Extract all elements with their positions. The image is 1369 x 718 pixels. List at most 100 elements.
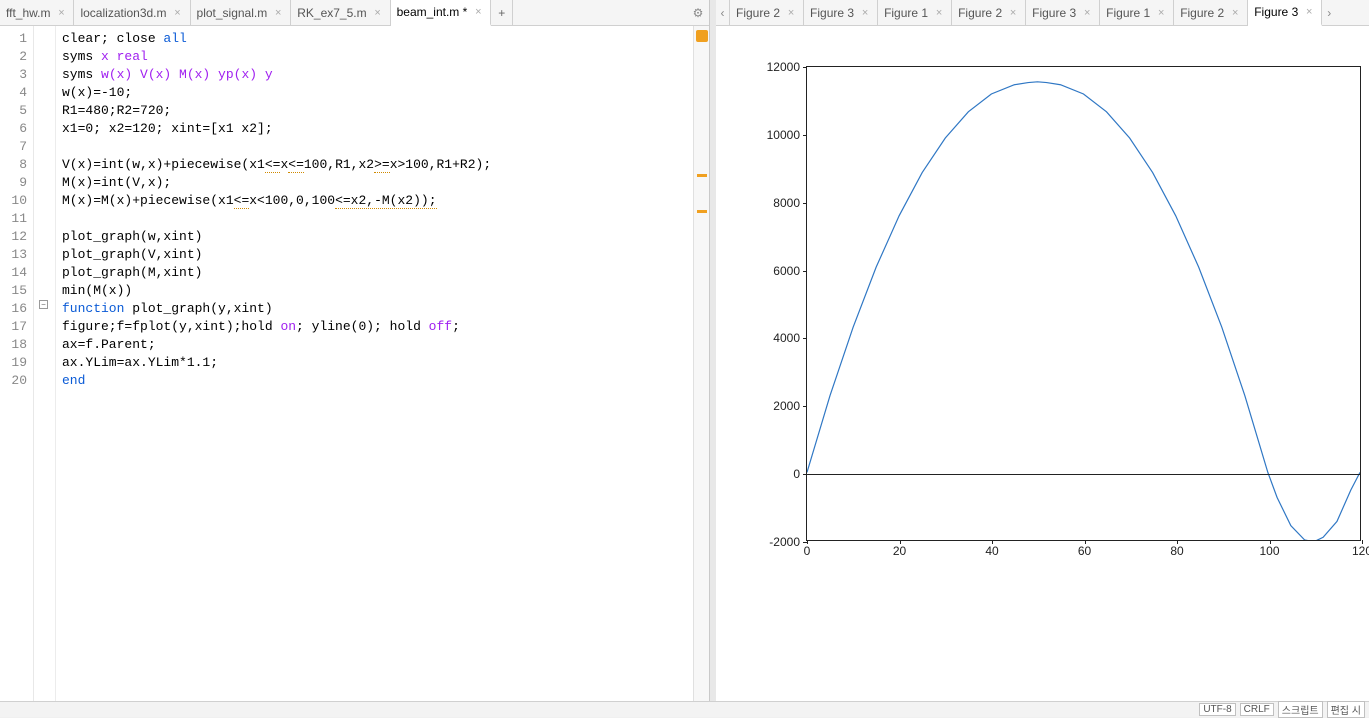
editor-tab[interactable]: localization3d.m × [74, 0, 190, 25]
tab-scroll-left[interactable]: ‹ [716, 0, 730, 25]
line-number: 15 [0, 282, 27, 300]
x-tick-label: 80 [1170, 544, 1183, 558]
figure-tab[interactable]: Figure 3 × [804, 0, 878, 25]
figure-canvas: -200002000400060008000100001200002040608… [716, 26, 1369, 717]
code-line: x1=0; x2=120; xint=[x1 x2]; [62, 120, 693, 138]
close-icon[interactable]: × [272, 7, 284, 19]
line-number: 20 [0, 372, 27, 390]
tab-label: Figure 2 [736, 6, 780, 20]
tab-options-button[interactable]: ⚙ [687, 0, 709, 25]
x-tick-label: 40 [985, 544, 998, 558]
tab-label: Figure 2 [958, 6, 1002, 20]
line-number: 12 [0, 228, 27, 246]
tab-label: Figure 3 [810, 6, 854, 20]
editor-tab[interactable]: fft_hw.m × [0, 0, 74, 25]
y-tick-label: -2000 [752, 535, 800, 549]
line-number: 2 [0, 48, 27, 66]
plot-line [807, 67, 1360, 540]
line-number: 17 [0, 318, 27, 336]
status-bar: UTF-8 CRLF 스크립트 편집 시 [0, 701, 1369, 717]
y-tick-label: 10000 [752, 128, 800, 142]
status-encoding[interactable]: UTF-8 [1199, 703, 1235, 716]
tab-label: Figure 3 [1254, 5, 1298, 19]
code-line: syms x real [62, 48, 693, 66]
status-mode[interactable]: 스크립트 [1278, 701, 1323, 718]
editor-tab[interactable]: plot_signal.m × [191, 0, 292, 25]
fold-toggle[interactable]: − [39, 300, 48, 309]
code-line: figure;f=fplot(y,xint);hold on; yline(0)… [62, 318, 693, 336]
y-tick-label: 2000 [752, 399, 800, 413]
figure-tab[interactable]: Figure 1 × [878, 0, 952, 25]
line-number: 14 [0, 264, 27, 282]
axes[interactable]: -200002000400060008000100001200002040608… [806, 66, 1361, 541]
figure-tab[interactable]: Figure 2 × [952, 0, 1026, 25]
tab-label: plot_signal.m [197, 6, 268, 20]
close-icon[interactable]: × [372, 7, 384, 19]
code-line: plot_graph(V,xint) [62, 246, 693, 264]
close-icon[interactable]: × [172, 7, 184, 19]
warning-marker[interactable] [697, 210, 707, 213]
status-eol[interactable]: CRLF [1240, 703, 1274, 716]
line-number: 11 [0, 210, 27, 228]
x-tick-label: 20 [893, 544, 906, 558]
figure-tab[interactable]: Figure 3 × [1026, 0, 1100, 25]
code-line: clear; close all [62, 30, 693, 48]
editor-pane: fft_hw.m × localization3d.m × plot_signal.m ×… [0, 0, 710, 717]
gear-icon: ⚙ [693, 6, 704, 20]
line-number: 9 [0, 174, 27, 192]
line-number: 13 [0, 246, 27, 264]
close-icon[interactable]: × [859, 7, 871, 19]
zero-line [807, 474, 1360, 475]
line-number: 4 [0, 84, 27, 102]
editor-tab[interactable]: beam_int.m *× [391, 0, 492, 26]
figure-tab[interactable]: Figure 2 × [1174, 0, 1248, 25]
code-line: V(x)=int(w,x)+piecewise(x1<=x<=100,R1,x2… [62, 156, 693, 174]
warning-marker[interactable] [697, 174, 707, 177]
tab-label: fft_hw.m [6, 6, 50, 20]
close-icon[interactable]: × [55, 7, 67, 19]
close-icon[interactable]: × [785, 7, 797, 19]
code-line [62, 210, 693, 228]
editor-tab[interactable]: RK_ex7_5.m× [291, 0, 390, 25]
tab-label: Figure 3 [1032, 6, 1076, 20]
y-tick-label: 0 [752, 467, 800, 481]
root: fft_hw.m × localization3d.m × plot_signal.m ×… [0, 0, 1369, 717]
tab-label: localization3d.m [80, 6, 166, 20]
y-tick-label: 12000 [752, 60, 800, 74]
code-line: ax=f.Parent; [62, 336, 693, 354]
code-area[interactable]: clear; close allsyms x realsyms w(x) V(x… [56, 26, 693, 717]
close-icon[interactable]: × [1007, 7, 1019, 19]
figure-tabbar: ‹ Figure 2×Figure 3×Figure 1×Figure 2×Fi… [716, 0, 1369, 26]
close-icon[interactable]: × [1229, 7, 1241, 19]
close-icon[interactable]: × [933, 7, 945, 19]
close-icon[interactable]: × [1155, 7, 1167, 19]
figure-tab[interactable]: Figure 2 × [730, 0, 804, 25]
tab-scroll-right[interactable]: › [1322, 0, 1336, 25]
code-line: ax.YLim=ax.YLim*1.1; [62, 354, 693, 372]
tab-label: Figure 2 [1180, 6, 1224, 20]
close-icon[interactable]: × [1081, 7, 1093, 19]
line-number: 16 [0, 300, 27, 318]
line-number: 19 [0, 354, 27, 372]
warning-summary-icon[interactable] [696, 30, 708, 42]
figure-tab[interactable]: Figure 1× [1100, 0, 1174, 25]
line-number: 6 [0, 120, 27, 138]
x-tick-label: 0 [804, 544, 811, 558]
figure-tab[interactable]: Figure 3 × [1248, 0, 1322, 26]
close-icon[interactable]: × [1303, 6, 1315, 18]
line-number: 3 [0, 66, 27, 84]
line-number: 10 [0, 192, 27, 210]
chevron-left-icon: ‹ [721, 6, 725, 20]
code-line: M(x)=M(x)+piecewise(x1<=x<100,0,100<=x2,… [62, 192, 693, 210]
code-line: end [62, 372, 693, 390]
new-tab-button[interactable]: + [491, 0, 513, 25]
chevron-right-icon: › [1327, 6, 1331, 20]
status-edit[interactable]: 편집 시 [1327, 701, 1365, 718]
line-number: 5 [0, 102, 27, 120]
code-line: R1=480;R2=720; [62, 102, 693, 120]
close-icon[interactable]: × [472, 6, 484, 18]
message-bar [693, 26, 709, 717]
tab-label: Figure 1 [884, 6, 928, 20]
code-line: M(x)=int(V,x); [62, 174, 693, 192]
line-number: 7 [0, 138, 27, 156]
